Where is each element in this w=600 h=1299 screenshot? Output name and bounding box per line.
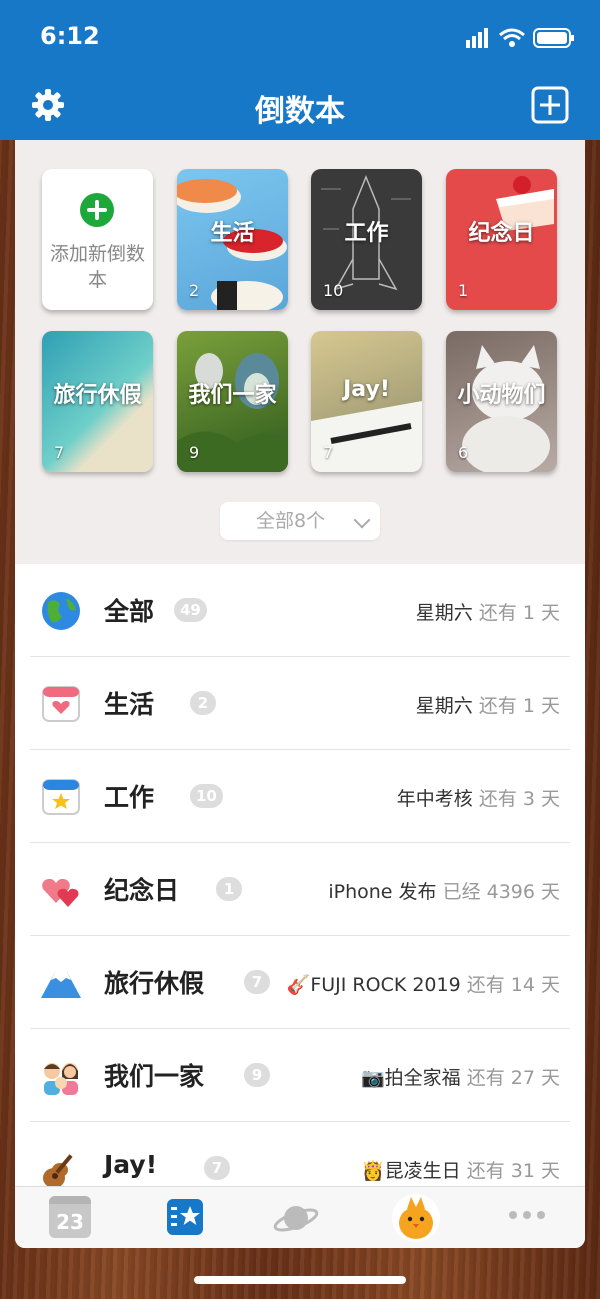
list-item-info: 👸昆凌生日 还有 31 天 [361,1160,560,1182]
list-item-info: 星期六 还有 1 天 [415,602,560,624]
chick-tab-icon[interactable] [391,1193,441,1243]
list-item-name: 我们一家 [104,1062,205,1091]
count-badge: 10 [190,784,223,808]
show-all-dropdown[interactable]: 全部8个 [220,502,380,540]
book-card-pets[interactable]: 小动物们 6 [446,331,557,472]
page-title: 倒数本 [255,94,345,129]
list-item-name: 旅行休假 [104,969,205,998]
family-icon [44,1063,78,1095]
globe-icon [42,592,80,630]
home-indicator[interactable] [194,1276,406,1284]
add-book-button[interactable]: 添加新倒数本 [42,169,153,310]
show-all-label: 全部8个 [256,510,326,532]
list-item[interactable]: 工作 10 年中考核 还有 3 天 [30,750,570,843]
book-count: 2 [189,281,200,300]
count-badge: 7 [244,970,270,994]
header-bar: 6:12 倒数本 [0,0,600,140]
book-count: 7 [54,443,65,462]
add-book-label: 添加新倒数本 [49,243,145,291]
count-badge: 9 [244,1063,270,1087]
list-item-name: Jay! [104,1150,158,1179]
book-card-jay[interactable]: Jay! 7 [311,331,422,472]
list-item[interactable]: 旅行休假 7 🎸FUJI ROCK 2019 还有 14 天 [30,936,570,1029]
list-item[interactable]: 纪念日 1 iPhone 发布 已经 4396 天 [30,843,570,936]
calendar-tab-icon[interactable]: 23 [49,1196,91,1238]
list-item-name: 生活 [104,690,155,719]
book-card-family[interactable]: 我们一家 9 [177,331,288,472]
book-card-anniversary[interactable]: 纪念日 1 [446,169,557,310]
planet-tab-icon[interactable] [273,1195,319,1241]
count-badge: 7 [204,1156,230,1180]
book-count: 7 [323,443,334,462]
list-item-name: 全部 [104,597,155,626]
list-item[interactable]: 全部 49 星期六 还有 1 天 [30,564,570,657]
count-badge: 2 [190,691,216,715]
book-title: Jay! [343,377,390,402]
book-card-work[interactable]: 工作 10 [311,169,422,310]
more-tab-icon[interactable] [505,1205,549,1225]
plus-circle-icon [80,193,114,227]
list-item[interactable]: 生活 2 星期六 还有 1 天 [30,657,570,750]
book-count: 9 [189,443,200,462]
calendar-heart-icon [42,686,80,722]
main-panel: 添加新倒数本 生活 2 工作 10 纪念日 1 旅行休假 7 我们一家 9 Ja… [15,140,585,1248]
book-count: 1 [458,281,469,300]
calendar-day: 23 [56,1210,84,1234]
count-badge: 1 [216,877,242,901]
chevron-down-icon [353,511,371,529]
book-count: 6 [458,443,469,462]
hearts-icon [42,878,79,907]
book-title: 我们一家 [188,383,277,408]
list-item-info: 📷拍全家福 还有 27 天 [361,1067,560,1089]
book-card-life[interactable]: 生活 2 [177,169,288,310]
count-badge: 49 [174,598,207,622]
book-card-travel[interactable]: 旅行休假 7 [42,331,153,472]
list-item-name: 纪念日 [104,876,180,905]
book-count: 10 [323,281,344,300]
book-title: 旅行休假 [53,383,142,408]
books-tab-icon[interactable] [165,1197,205,1237]
list-item-info: 🎸FUJI ROCK 2019 还有 14 天 [286,974,560,996]
book-title: 纪念日 [468,221,535,246]
list-item-name: 工作 [104,783,155,812]
list-item-info: 星期六 还有 1 天 [415,695,560,717]
list-item-info: iPhone 发布 已经 4396 天 [328,881,560,903]
list-item-info: 年中考核 还有 3 天 [396,788,560,810]
status-icons [466,28,574,48]
add-square-icon[interactable] [530,85,570,125]
tab-bar: 23 [15,1186,585,1248]
countdown-list: 全部 49 星期六 还有 1 天 生活 2 星期六 还有 1 天 工作 10 年… [30,564,570,1215]
book-title: 小动物们 [457,383,546,408]
list-item[interactable]: 我们一家 9 📷拍全家福 还有 27 天 [30,1029,570,1122]
status-time: 6:12 [40,22,100,50]
book-title: 生活 [210,221,255,246]
calendar-star-icon [42,779,80,815]
book-title: 工作 [344,221,389,246]
guitar-icon [43,1154,73,1188]
mount-fuji-icon [41,972,81,998]
book-grid: 添加新倒数本 生活 2 工作 10 纪念日 1 旅行休假 7 我们一家 9 Ja… [15,140,585,564]
